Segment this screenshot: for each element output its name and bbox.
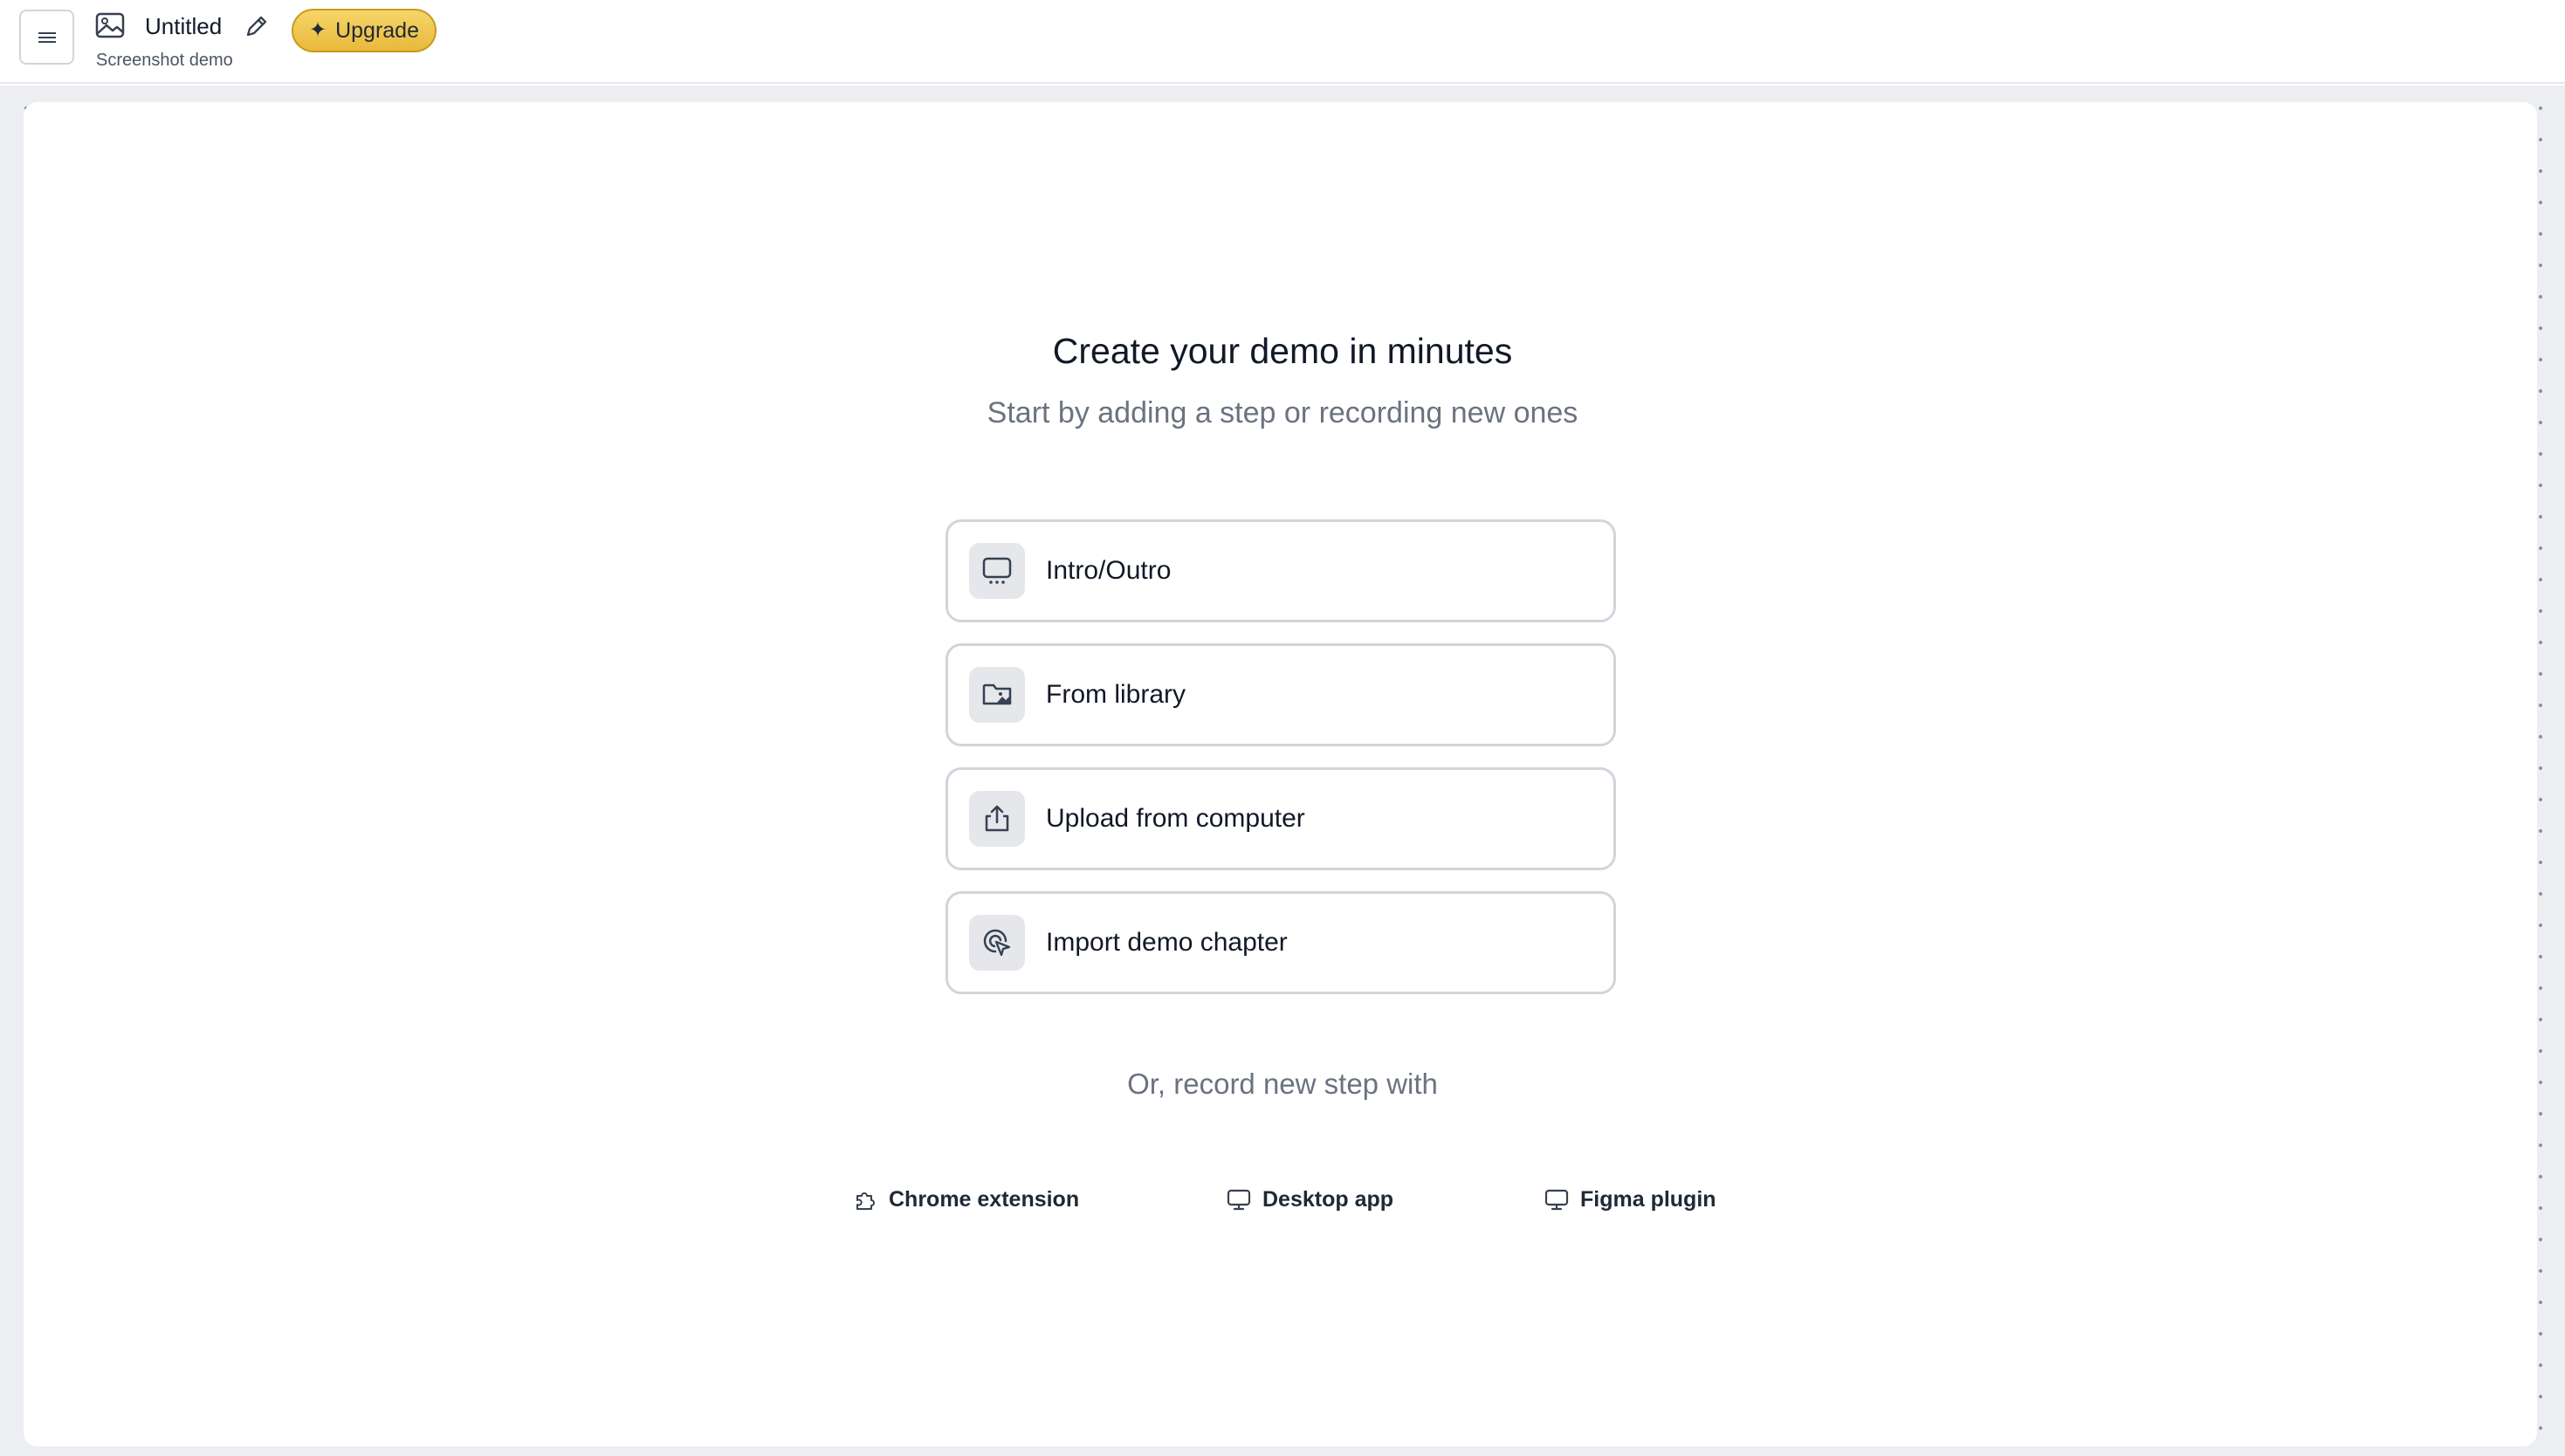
option-label: Intro/Outro [1046,556,1172,585]
puzzle-icon [856,1192,875,1210]
menu-button[interactable] [19,10,74,65]
sparkle-icon: ✦ [308,18,327,42]
record-prompt: Or, record new step with [1127,1068,1438,1100]
option-label: Upload from computer [1046,804,1305,833]
upload-icon [969,791,1025,847]
presentation-icon [969,543,1025,599]
option-import-demo-chapter[interactable]: Import demo chapter [946,891,1616,994]
chrome-extension-link[interactable]: Chrome extension [852,1182,1079,1217]
chrome-extension-label: Chrome extension [889,1186,1080,1212]
figma-plugin-link[interactable]: Figma plugin [1544,1182,1716,1217]
option-intro-outro[interactable]: Intro/Outro [946,519,1616,622]
document-title[interactable]: Untitled [145,11,222,41]
option-upload-from-computer[interactable]: Upload from computer [946,767,1616,870]
monitor-icon [1544,1189,1569,1211]
desktop-app-label: Desktop app [1262,1186,1394,1212]
image-icon [95,12,125,38]
option-from-library[interactable]: From library [946,643,1616,746]
pencil-icon[interactable] [243,12,271,40]
figma-plugin-label: Figma plugin [1580,1186,1716,1212]
top-bar: Untitled Screenshot demo ✦ Upgrade [0,0,2565,84]
upgrade-button[interactable]: ✦ Upgrade [292,9,437,52]
option-label: From library [1046,680,1186,709]
document-subtitle: Screenshot demo [96,51,233,70]
page-title: Create your demo in minutes [1052,331,1513,371]
option-label: Import demo chapter [1046,928,1288,957]
page-subtitle: Start by adding a step or recording new … [987,396,1578,429]
folder-image-icon [969,667,1025,723]
desktop-app-link[interactable]: Desktop app [1226,1182,1393,1217]
upgrade-label: Upgrade [335,17,419,43]
pointer-click-icon [969,915,1025,971]
monitor-icon [1227,1189,1251,1211]
hamburger-icon [38,31,56,43]
